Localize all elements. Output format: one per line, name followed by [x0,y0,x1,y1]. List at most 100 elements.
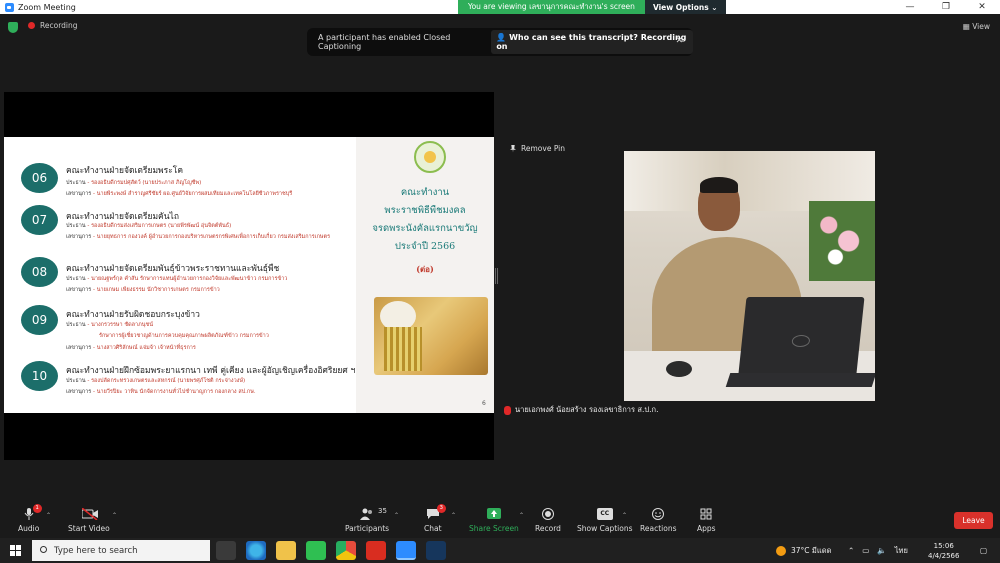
share-screen-label: Share Screen [469,524,519,533]
network-icon[interactable]: ▭ [862,546,869,555]
closed-caption-icon: CC [596,508,613,520]
windows-taskbar: Type here to search 37°C มีแดด ⌃ ▭ 🔈 ไทย… [0,538,1000,563]
participants-caret-icon[interactable]: ⌃ [394,512,399,519]
chrome-browser-icon[interactable] [336,541,356,560]
windows-start-icon[interactable] [10,545,21,556]
tray-icons: ⌃ ▭ 🔈 ไทย [848,538,908,563]
share-screen-button[interactable]: Share Screen [469,508,519,533]
video-off-icon [81,507,98,521]
input-language[interactable]: ไทย [895,545,908,557]
line-text: - นายเกษม เพียงธรรม นักวิชาการเกษตร กรมก… [92,287,220,293]
line-text: - นายพีระพงษ์ สำราญศรีชัยร์ ผอ.ศูนย์วิจั… [92,191,293,197]
slide-page-number: 6 [482,400,486,407]
slide-title-panel: คณะทำงาน พระราชพิธีพืชมงคล จรดพระนังคัลแ… [356,137,494,413]
notifications-icon[interactable]: ▢ [980,538,987,563]
audio-label: Audio [18,524,40,533]
close-window-button[interactable]: ✕ [964,0,1000,14]
share-screen-icon [486,508,501,520]
start-video-button[interactable]: Start Video [68,507,110,533]
maximize-button[interactable]: ❐ [928,0,964,14]
share-caret-icon[interactable]: ⌃ [519,512,524,519]
view-button[interactable]: ▦ View [963,22,990,31]
split-view-handle[interactable] [495,268,498,284]
audio-button[interactable]: 1 Audio [18,504,42,533]
participants-label: Participants [345,524,390,533]
chat-icon: 3 [426,504,446,520]
item-number: 08 [21,257,58,287]
minimize-button[interactable]: — [892,0,928,14]
line-text: - นายยุทธการ กองวงค์ ผู้อำนวยการกองบริหา… [92,234,331,240]
slide-heading-line: คณะทำงาน [400,187,450,198]
line-text: - นายวีรปิยะ วาทิน นักจัดการงานทั่วไปชำน… [92,389,256,395]
line-text: รักษาการผู้เชี่ยวชาญด้านการควบคุมคุณภาพผ… [99,333,269,339]
item-title: คณะทำงานฝ่ายจัดเตรียมพันธุ์ข้าวพระราชทาน… [66,264,280,274]
edge-browser-icon[interactable] [246,541,266,560]
item-line: เลขานุการ - นายยุทธการ กองวงค์ ผู้อำนวยก… [66,233,330,241]
zoom-taskbar-icon[interactable] [396,541,416,560]
word-app-icon[interactable] [426,541,446,560]
item-line: เลขานุการ - นายพีระพงษ์ สำราญศรีชัยร์ ผอ… [66,190,292,198]
record-label: Record [535,524,561,533]
audio-caret-icon[interactable]: ⌃ [46,512,51,519]
participants-button[interactable]: 35 Participants [345,507,390,533]
transcript-info-label: Who can see this transcript? Recording o… [496,33,687,51]
remove-pin-label: Remove Pin [521,144,566,153]
recording-label: Recording [40,21,78,30]
line-app-icon[interactable] [306,541,326,560]
apps-icon [699,508,713,520]
weather-widget[interactable]: 37°C มีแดด [776,538,831,563]
remove-pin-button[interactable]: Remove Pin [510,144,565,153]
taskbar-search-input[interactable]: Type here to search [32,540,210,561]
participant-nametag: นายเอกพงศ์ น้อยสร้าง รองเลขาธิการ ส.ป.ก. [504,404,658,416]
line-label: ประธาน [66,378,86,384]
video-laptop-base [725,373,875,387]
viewing-banner: You are viewing เลขานุการคณะทำงาน's scre… [458,0,726,14]
line-text: - รองอธิบดีกรมส่งเสริมการเกษตร (นายพีรพั… [87,223,232,229]
start-video-label: Start Video [68,524,110,533]
participant-video[interactable] [624,151,875,401]
line-label: ประธาน [66,276,86,282]
viewing-message: You are viewing เลขานุการคณะทำงาน's scre… [458,0,645,14]
reactions-label: Reactions [640,524,677,533]
cc-message: A participant has enabled Closed Caption… [318,33,451,51]
clock-date: 4/4/2566 [928,552,960,560]
window-title: Zoom Meeting [18,2,76,12]
captions-caret-icon[interactable]: ⌃ [622,512,627,519]
banner-close-icon[interactable]: ✕ [675,36,683,46]
microphone-icon: 1 [22,504,42,520]
item-title: คณะทำงานฝ่ายจัดเตรียมพระโค [66,166,184,176]
reactions-button[interactable]: Reactions [640,508,676,533]
slide-heading-line: พระราชพิธีพืชมงคล [384,205,466,216]
volume-icon[interactable]: 🔈 [877,546,886,555]
item-line: ประธาน - รองอธิบดีกรมส่งเสริมการเกษตร (น… [66,222,231,230]
show-hidden-icons-chevron-icon[interactable]: ⌃ [848,546,854,555]
zoom-logo-icon [5,2,14,12]
video-caret-icon[interactable]: ⌃ [112,512,117,519]
chat-badge: 3 [436,504,446,513]
taskbar-clock[interactable]: 15:06 4/4/2566 [928,541,959,561]
task-view-icon[interactable] [216,541,236,560]
apps-button[interactable]: Apps [697,508,716,533]
record-button[interactable]: Record [535,508,561,533]
slide-continued: (ต่อ) [416,264,434,274]
chat-label: Chat [424,524,442,533]
reactions-icon [651,508,665,520]
file-explorer-icon[interactable] [276,541,296,560]
acrobat-reader-icon[interactable] [366,541,386,560]
view-options-button[interactable]: View Options ⌄ [644,0,726,14]
item-line: ประธาน - นายณฐพร์กุล คำสัน รักษาการแทนผู… [66,275,287,283]
transcript-info-button[interactable]: 👤 Who can see this transcript? Recording… [491,30,693,54]
chat-button[interactable]: 3 Chat [424,504,446,533]
item-title: คณะทำงานฝ่ายจัดเตรียมคันไถ [66,212,179,222]
security-shield-icon[interactable] [8,22,18,33]
recording-indicator[interactable]: Recording [28,21,78,30]
pin-icon [510,144,516,153]
line-text: - นางกรวรรษา ชัดลาภนุชน์ [87,322,154,328]
item-line: รักษาการผู้เชี่ยวชาญด้านการควบคุมคุณภาพผ… [99,332,269,340]
video-mouse [666,361,692,377]
leave-button[interactable]: Leave [954,512,993,529]
line-text: - นายณฐพร์กุล คำสัน รักษาการแทนผู้อำนวยก… [87,276,288,282]
slide-heading-line: จรดพระนังคัลแรกนาขวัญ [372,223,478,234]
chat-caret-icon[interactable]: ⌃ [451,512,456,519]
item-line: ประธาน - รองปลัดกระทรวงเกษตรและสหกรณ์ (น… [66,377,245,385]
